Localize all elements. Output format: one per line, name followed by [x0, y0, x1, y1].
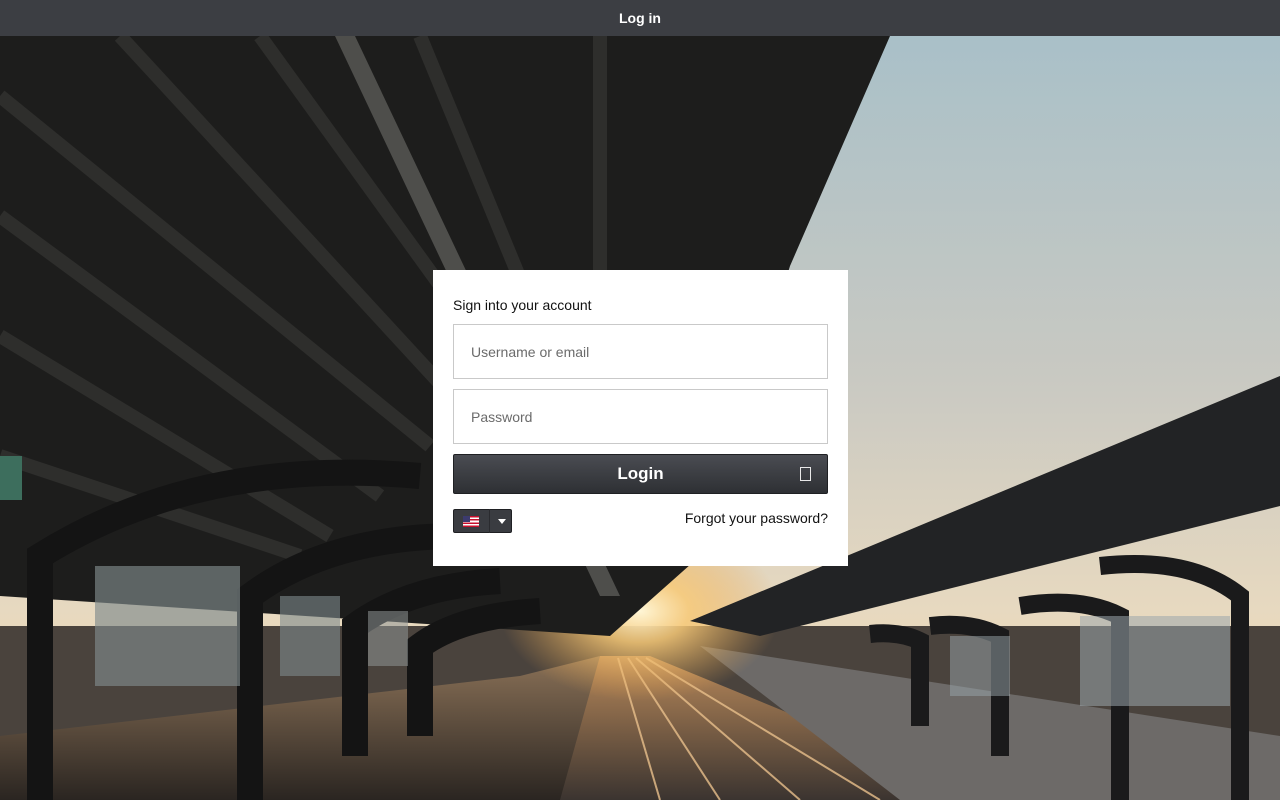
- login-card: Sign into your account Login Forgot your…: [433, 270, 848, 566]
- caret-down-icon: [498, 518, 506, 524]
- password-input[interactable]: [469, 407, 813, 426]
- login-icon: [800, 467, 811, 481]
- title-bar: Log in: [0, 0, 1280, 36]
- login-button-label: Login: [617, 464, 664, 483]
- username-input[interactable]: [469, 342, 813, 361]
- login-button[interactable]: Login: [453, 454, 828, 494]
- username-field[interactable]: [453, 324, 828, 379]
- password-field[interactable]: [453, 389, 828, 444]
- language-divider: [489, 509, 490, 533]
- page-title: Log in: [619, 10, 661, 26]
- forgot-password-link[interactable]: Forgot your password?: [685, 510, 828, 526]
- us-flag-icon: [463, 515, 479, 527]
- language-selector[interactable]: [453, 509, 512, 533]
- login-footer: Forgot your password?: [453, 509, 828, 533]
- login-heading: Sign into your account: [453, 297, 592, 313]
